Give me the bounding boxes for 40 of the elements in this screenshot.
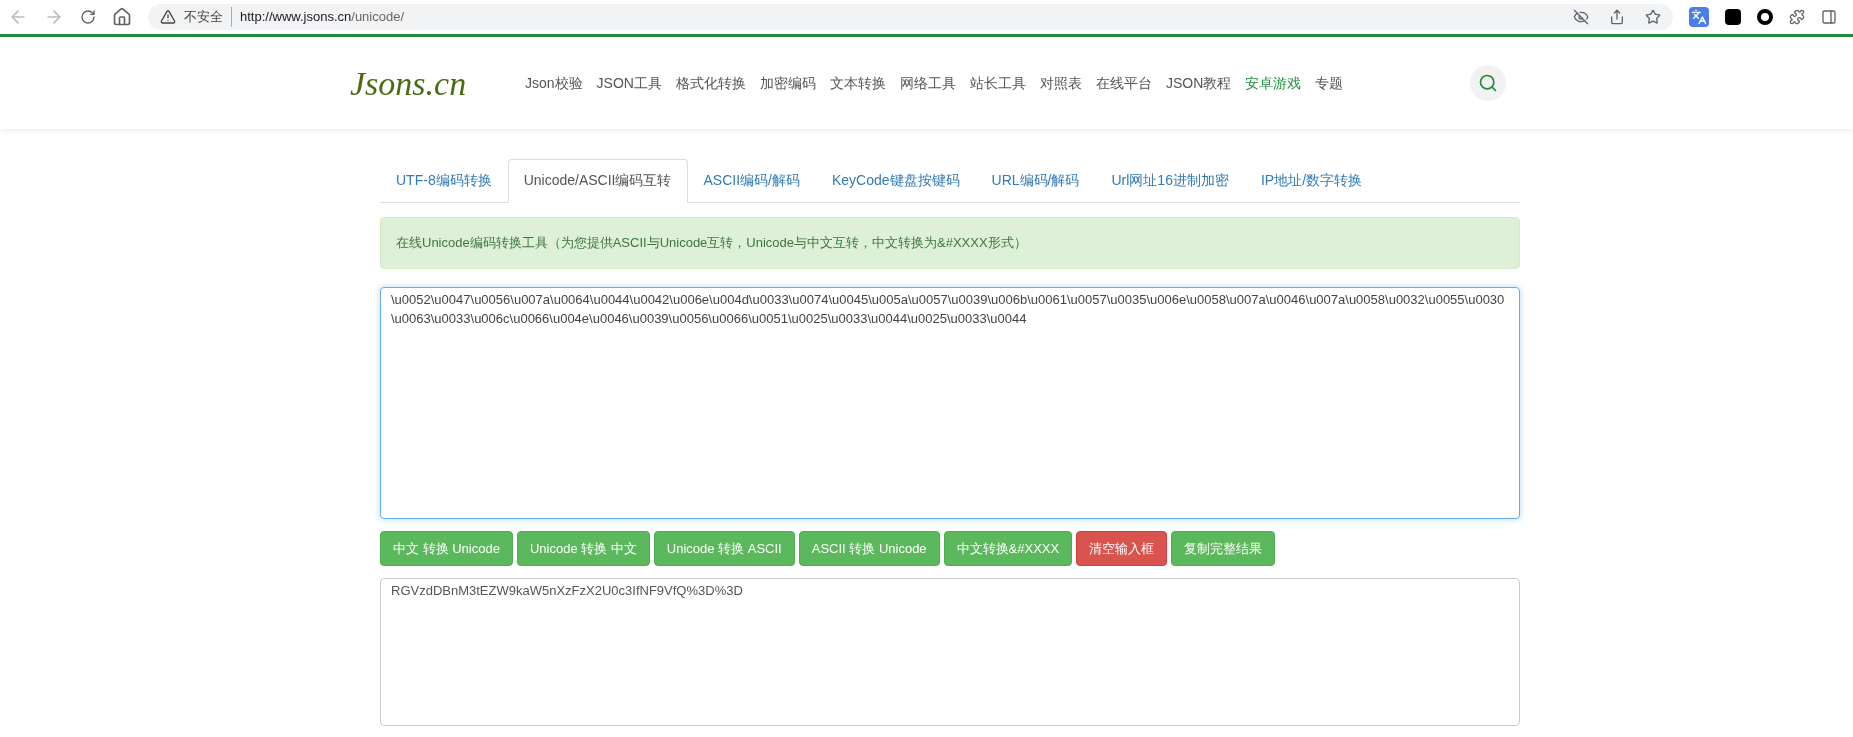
reload-icon[interactable]	[80, 9, 96, 25]
home-icon[interactable]	[112, 7, 132, 27]
url-text: http://www.jsons.cn/unicode/	[240, 8, 405, 27]
translate-icon[interactable]	[1689, 7, 1709, 27]
tab[interactable]: ASCII编码/解码	[687, 159, 816, 202]
nav-link[interactable]: 安卓游戏	[1245, 72, 1302, 94]
tab[interactable]: Url网址16进制加密	[1095, 159, 1245, 202]
warning-icon	[160, 9, 176, 25]
site-logo[interactable]: Jsons.cn	[350, 57, 525, 109]
tab[interactable]: URL编码/解码	[975, 159, 1096, 202]
nav-link[interactable]: 网络工具	[899, 72, 956, 94]
tab[interactable]: UTF-8编码转换	[380, 159, 508, 202]
search-button[interactable]	[1470, 65, 1506, 101]
tab[interactable]: Unicode/ASCII编码互转	[507, 159, 688, 203]
eye-off-icon[interactable]	[1573, 9, 1589, 25]
bookmark-star-icon[interactable]	[1645, 9, 1661, 25]
nav-link[interactable]: 格式化转换	[675, 72, 746, 94]
nav-link[interactable]: 文本转换	[829, 72, 886, 94]
action-button[interactable]: 清空输入框	[1076, 530, 1168, 566]
share-icon[interactable]	[1609, 9, 1625, 25]
extensions-icon[interactable]	[1789, 9, 1805, 25]
circle-extension-icon[interactable]	[1757, 9, 1773, 25]
nav-link[interactable]: Json校验	[525, 72, 583, 94]
nav-link[interactable]: 站长工具	[969, 72, 1026, 94]
output-textarea[interactable]: RGVzdDBnM3tEZW9kaW5nXzFzX2U0c3IfNF9VfQ%3D%3D	[380, 578, 1520, 726]
nav-link[interactable]: JSON教程	[1165, 72, 1232, 94]
security-label: 不安全	[184, 7, 232, 27]
nav-link[interactable]: 加密编码	[759, 72, 816, 94]
nav-link[interactable]: 对照表	[1039, 72, 1082, 94]
nav-link[interactable]: JSON工具	[596, 72, 662, 94]
side-panel-icon[interactable]	[1821, 9, 1837, 25]
nav-link[interactable]: 专题	[1315, 72, 1344, 94]
tab[interactable]: KeyCode键盘按键码	[815, 159, 976, 202]
extension-icon[interactable]	[1725, 9, 1741, 25]
search-icon	[1478, 73, 1498, 93]
input-textarea[interactable]: \u0052\u0047\u0056\u007a\u0064\u0044\u0042\u006e\u004d\u0033\u0074\u0045\u005a\u0057\u0039\u006b\u0061\u0057\u0035\u006e\u0058\u007a\u0046\u007a\u0058\u0032\u0055\u0030\u0063\u0033\u006c\u0066\u004e\u0046\u0039\u0056\u0066\u0051\u0025\u0033\u0044\u0025\u0033\u0044	[380, 286, 1520, 519]
tab[interactable]: IP地址/数字转换	[1244, 159, 1379, 202]
address-bar[interactable]: 不安全 http://www.jsons.cn/unicode/	[148, 4, 1673, 30]
info-alert: 在线Unicode编码转换工具（为您提供ASCII与Unicode互转，Unicode与中文互转，中文转换为&#XXXX形式）	[380, 217, 1520, 269]
nav-link[interactable]: 在线平台	[1095, 72, 1152, 94]
